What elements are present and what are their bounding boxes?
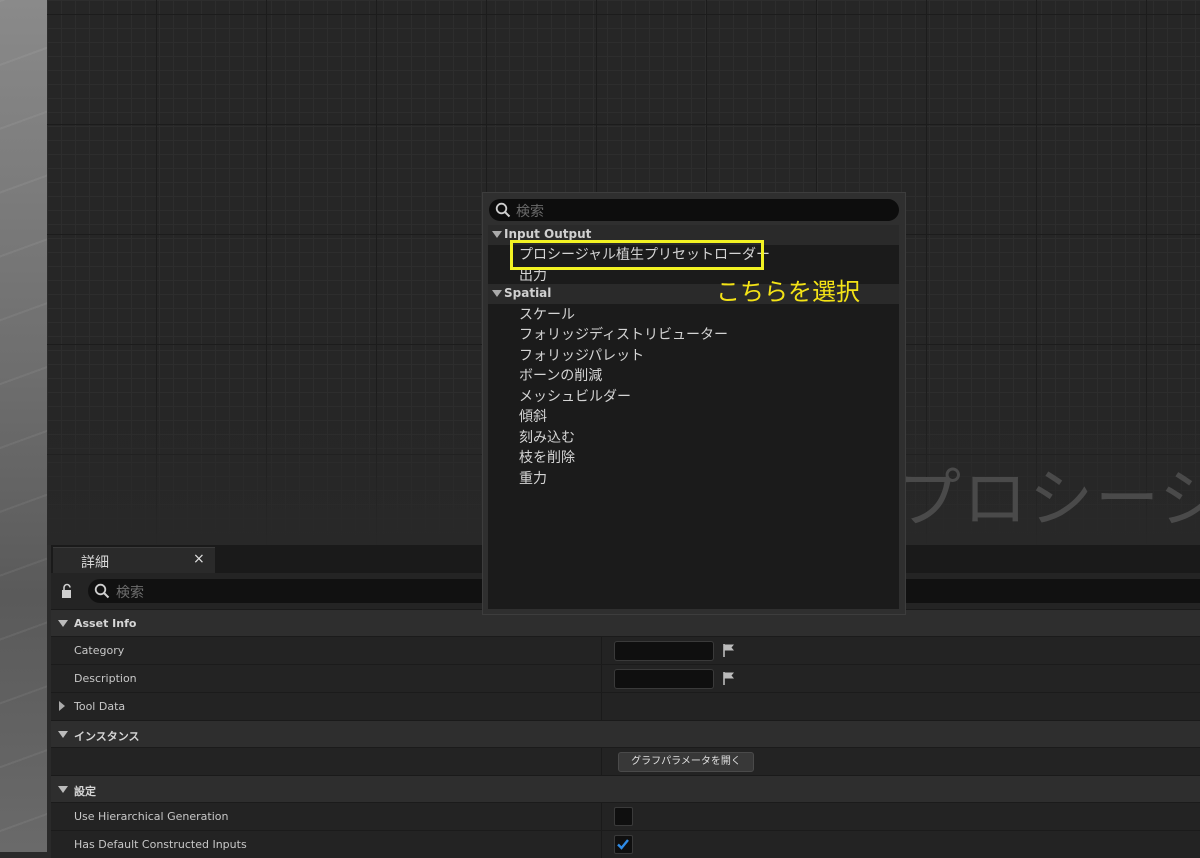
checkmark-icon bbox=[617, 839, 629, 850]
highlight-box bbox=[510, 240, 764, 270]
has-default-inputs-label: Has Default Constructed Inputs bbox=[74, 838, 247, 851]
menu-item-carve[interactable]: 刻み込む bbox=[519, 427, 575, 447]
flag-icon[interactable] bbox=[721, 642, 737, 658]
section-asset-info-label: Asset Info bbox=[74, 617, 137, 630]
open-graph-params-button[interactable]: グラフパラメータを開く bbox=[618, 752, 754, 772]
section-instance-label: インスタンス bbox=[74, 730, 140, 743]
property-row-has-default-inputs: Has Default Constructed Inputs bbox=[51, 830, 1200, 858]
description-field[interactable] bbox=[614, 669, 714, 689]
viewport-strip bbox=[0, 0, 47, 852]
search-icon bbox=[495, 202, 511, 218]
tool-data-label: Tool Data bbox=[74, 700, 126, 713]
menu-item-bone-reduction[interactable]: ボーンの削減 bbox=[519, 365, 602, 385]
property-row-use-hierarchical: Use Hierarchical Generation bbox=[51, 802, 1200, 830]
tab-details-label: 詳細 bbox=[81, 555, 109, 571]
column-divider bbox=[601, 693, 602, 720]
property-row-description: Description bbox=[51, 664, 1200, 692]
column-divider bbox=[601, 748, 602, 775]
category-label: Category bbox=[74, 644, 125, 657]
column-divider bbox=[601, 637, 602, 664]
chevron-down-icon bbox=[58, 731, 68, 738]
details-search-placeholder: 検索 bbox=[116, 585, 144, 601]
annotation-text: こちらを選択 bbox=[716, 278, 860, 306]
has-default-inputs-checkbox[interactable] bbox=[614, 835, 633, 854]
section-instance[interactable]: インスタンス bbox=[51, 720, 1200, 748]
graph-watermark: プロシージャ bbox=[897, 463, 1200, 537]
flag-icon[interactable] bbox=[721, 670, 737, 686]
category-label: Input Output bbox=[504, 227, 592, 241]
menu-item-scale[interactable]: スケール bbox=[519, 304, 575, 324]
category-label: Spatial bbox=[504, 286, 552, 300]
menu-item-slope[interactable]: 傾斜 bbox=[519, 406, 547, 426]
menu-item-gravity[interactable]: 重力 bbox=[519, 468, 547, 488]
chevron-down-icon bbox=[58, 786, 68, 793]
menu-item-mesh-builder[interactable]: メッシュビルダー bbox=[519, 386, 631, 406]
property-row-graph-params: グラフパラメータを開く bbox=[51, 747, 1200, 775]
node-search-input[interactable]: 検索 bbox=[489, 199, 899, 221]
column-divider bbox=[601, 831, 602, 858]
description-label: Description bbox=[74, 672, 137, 685]
section-settings-label: 設定 bbox=[74, 785, 96, 798]
column-divider bbox=[601, 665, 602, 692]
tab-details[interactable]: 詳細 × bbox=[53, 547, 215, 574]
close-icon[interactable]: × bbox=[193, 551, 205, 567]
property-row-category: Category bbox=[51, 636, 1200, 664]
property-row-tool-data[interactable]: Tool Data bbox=[51, 692, 1200, 720]
node-search-placeholder: 検索 bbox=[516, 204, 544, 220]
menu-item-foliage-palette[interactable]: フォリッジパレット bbox=[519, 345, 644, 365]
menu-item-foliage-distributor[interactable]: フォリッジディストリビューター bbox=[519, 324, 728, 344]
unlock-icon[interactable] bbox=[59, 583, 75, 599]
column-divider bbox=[601, 803, 602, 830]
category-field[interactable] bbox=[614, 641, 714, 661]
chevron-down-icon bbox=[492, 231, 502, 238]
use-hierarchical-label: Use Hierarchical Generation bbox=[74, 810, 229, 823]
section-settings[interactable]: 設定 bbox=[51, 775, 1200, 803]
search-icon bbox=[94, 583, 110, 599]
chevron-right-icon bbox=[59, 701, 65, 711]
use-hierarchical-checkbox[interactable] bbox=[614, 807, 633, 826]
chevron-down-icon bbox=[492, 290, 502, 297]
node-context-menu: 検索 Input Output プロシージャル植生プリセットローダー 出力 Sp… bbox=[482, 192, 906, 615]
menu-item-prune-branches[interactable]: 枝を削除 bbox=[519, 447, 575, 467]
chevron-down-icon bbox=[58, 620, 68, 627]
